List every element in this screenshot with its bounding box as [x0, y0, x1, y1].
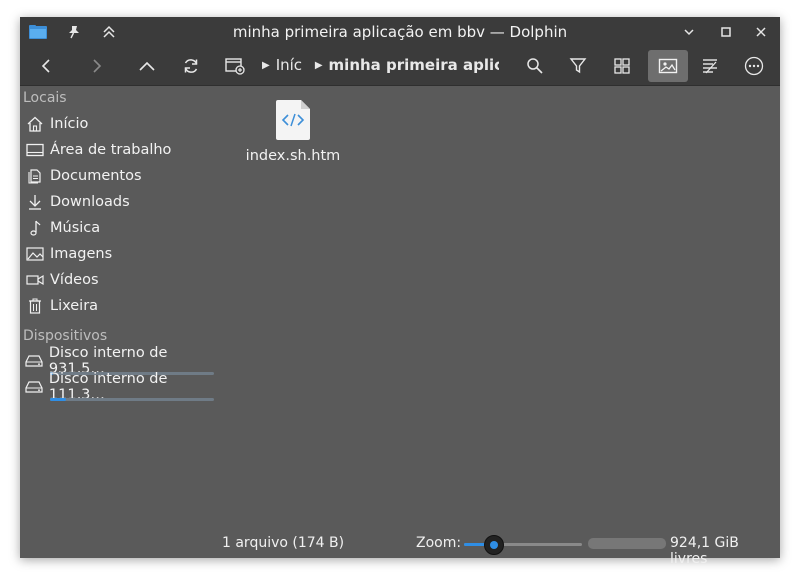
documents-icon — [24, 166, 46, 186]
back-icon[interactable] — [29, 50, 63, 82]
home-icon — [24, 114, 46, 134]
new-tab-icon[interactable] — [218, 50, 252, 82]
status-bar: 1 arquivo (174 B) Zoom: 924,1 GiB livres — [20, 525, 780, 567]
up-icon[interactable] — [130, 50, 164, 82]
split-view-icon[interactable] — [693, 50, 727, 82]
breadcrumb-arrow-icon: ▶ — [262, 60, 270, 71]
sidebar-item-label: Downloads — [50, 194, 130, 210]
sidebar-item-label: Início — [50, 116, 89, 132]
sidebar-item-music[interactable]: Música — [24, 216, 219, 240]
preview-icon[interactable] — [648, 50, 688, 82]
dolphin-window: minha primeira aplicação em bbv — Dolphi… — [20, 17, 780, 567]
maximize-icon[interactable] — [714, 20, 738, 44]
sidebar-item-label: Vídeos — [50, 272, 99, 288]
minimize-icon[interactable] — [677, 20, 701, 44]
sidebar-item-documents[interactable]: Documentos — [24, 164, 219, 188]
sidebar-item-desktop[interactable]: Área de trabalho — [24, 138, 219, 162]
sidebar-item-images[interactable]: Imagens — [24, 242, 219, 266]
file-item[interactable]: index.sh.htm — [238, 99, 348, 164]
html-file-icon — [275, 99, 311, 141]
filter-icon[interactable] — [561, 50, 595, 82]
breadcrumb-arrow-icon: ▶ — [314, 60, 323, 71]
breadcrumb-current[interactable]: minha primeira aplicação e — [329, 56, 499, 74]
sidebar-item-label: Área de trabalho — [50, 142, 172, 158]
sidebar-item-label: Documentos — [50, 168, 142, 184]
places-panel: Locais Início Área de trabalho Documento… — [20, 85, 220, 525]
main-toolbar: ▶ Iníc ▶ minha primeira aplicação e — [20, 47, 780, 86]
desktop-icon — [24, 140, 46, 160]
menu-icon[interactable] — [737, 50, 771, 82]
search-icon[interactable] — [518, 50, 552, 82]
file-count: 1 arquivo (174 B) — [222, 535, 345, 551]
sidebar-item-disk-1[interactable]: Disco interno de 931,5… — [24, 345, 219, 377]
free-space-bar — [588, 538, 666, 549]
devices-section-title: Dispositivos — [23, 328, 108, 344]
disk-usage-fill — [50, 398, 67, 401]
breadcrumb: ▶ Iníc ▶ minha primeira aplicação e — [258, 56, 499, 74]
trash-icon — [24, 296, 46, 316]
sidebar-item-videos[interactable]: Vídeos — [24, 268, 219, 292]
titlebar: minha primeira aplicação em bbv — Dolphi… — [20, 17, 780, 47]
videos-icon — [24, 270, 46, 290]
close-icon[interactable] — [749, 20, 773, 44]
sidebar-item-label: Imagens — [50, 246, 113, 262]
zoom-slider[interactable] — [464, 543, 582, 546]
icons-view-icon[interactable] — [605, 50, 639, 82]
window-title: minha primeira aplicação em bbv — Dolphi… — [232, 23, 568, 41]
music-icon — [24, 218, 46, 238]
forward-icon[interactable] — [80, 50, 114, 82]
disk-usage-bar — [50, 398, 214, 401]
sidebar-item-label: Música — [50, 220, 101, 236]
downloads-icon — [24, 192, 46, 212]
zoom-slider-handle[interactable] — [483, 535, 504, 555]
places-section-title: Locais — [23, 90, 67, 106]
drive-icon — [24, 377, 45, 397]
free-space-label: 924,1 GiB livres — [670, 535, 739, 567]
sidebar-item-label: Lixeira — [50, 298, 99, 314]
drive-icon — [24, 351, 45, 371]
sidebar-item-downloads[interactable]: Downloads — [24, 190, 219, 214]
sidebar-item-trash[interactable]: Lixeira — [24, 294, 219, 318]
sidebar-item-disk-2[interactable]: Disco interno de 111,3… — [24, 371, 219, 403]
zoom-label: Zoom: — [416, 535, 462, 551]
reload-icon[interactable] — [174, 50, 208, 82]
images-icon — [24, 244, 46, 264]
sidebar-item-home[interactable]: Início — [24, 112, 219, 136]
breadcrumb-home[interactable]: Iníc — [276, 56, 302, 74]
file-name: index.sh.htm — [245, 148, 341, 164]
